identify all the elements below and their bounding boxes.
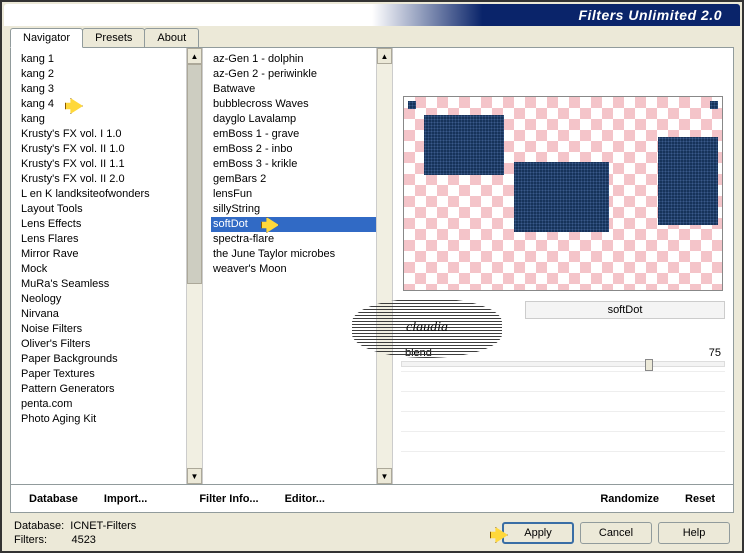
tab-strip: Navigator Presets About [10, 28, 742, 47]
scroll-down-icon[interactable]: ▼ [377, 468, 392, 484]
title-bar: Filters Unlimited 2.0 [4, 4, 740, 26]
filter-scrollbar[interactable]: ▲ ▼ [376, 48, 392, 484]
category-item[interactable]: kang [19, 112, 186, 127]
help-button[interactable]: Help [658, 522, 730, 544]
category-item[interactable]: Krusty's FX vol. I 1.0 [19, 127, 186, 142]
param-empty [401, 431, 725, 447]
category-column: kang 1kang 2kang 3kang 4kangKrusty's FX … [11, 48, 203, 484]
category-item[interactable]: Photo Aging Kit [19, 412, 186, 427]
category-item[interactable]: Pattern Generators [19, 382, 186, 397]
database-button[interactable]: Database [21, 490, 86, 508]
scroll-thumb[interactable] [187, 64, 202, 284]
category-item[interactable]: Oliver's Filters [19, 337, 186, 352]
filter-item[interactable]: emBoss 1 - grave [211, 127, 376, 142]
param-slider[interactable] [401, 361, 725, 367]
tab-about[interactable]: About [144, 28, 199, 47]
editor-button[interactable]: Editor... [277, 490, 333, 508]
category-item[interactable]: Neology [19, 292, 186, 307]
dialog-buttons: Apply Cancel Help [502, 522, 730, 544]
preview-column: softDot blend 75 [393, 48, 733, 484]
tab-presets[interactable]: Presets [82, 28, 145, 47]
filter-item[interactable]: lensFun [211, 187, 376, 202]
param-empty [401, 411, 725, 427]
param-empty [401, 451, 725, 467]
category-item[interactable]: kang 1 [19, 52, 186, 67]
category-item[interactable]: kang 2 [19, 67, 186, 82]
filter-item[interactable]: softDot [211, 217, 376, 232]
category-item[interactable]: Krusty's FX vol. II 2.0 [19, 172, 186, 187]
filter-item[interactable]: Batwave [211, 82, 376, 97]
navigator-panel: kang 1kang 2kang 3kang 4kangKrusty's FX … [10, 47, 734, 485]
filter-item[interactable]: az-Gen 1 - dolphin [211, 52, 376, 67]
reset-button[interactable]: Reset [677, 490, 723, 508]
param-empty [401, 371, 725, 387]
import-button[interactable]: Import... [96, 490, 155, 508]
category-item[interactable]: Lens Effects [19, 217, 186, 232]
filter-column: az-Gen 1 - dolphinaz-Gen 2 - periwinkleB… [203, 48, 393, 484]
category-item[interactable]: Layout Tools [19, 202, 186, 217]
filter-list[interactable]: az-Gen 1 - dolphinaz-Gen 2 - periwinkleB… [203, 48, 376, 484]
category-list[interactable]: kang 1kang 2kang 3kang 4kangKrusty's FX … [11, 48, 186, 484]
category-item[interactable]: MuRa's Seamless [19, 277, 186, 292]
category-item[interactable]: Paper Textures [19, 367, 186, 382]
apply-button[interactable]: Apply [502, 522, 574, 544]
category-item[interactable]: Mirror Rave [19, 247, 186, 262]
preview-image [403, 96, 723, 291]
category-item[interactable]: Noise Filters [19, 322, 186, 337]
filter-item[interactable]: spectra-flare [211, 232, 376, 247]
filter-item[interactable]: az-Gen 2 - periwinkle [211, 67, 376, 82]
filters-label: Filters: [14, 534, 47, 546]
randomize-button[interactable]: Randomize [592, 490, 667, 508]
category-scrollbar[interactable]: ▲ ▼ [186, 48, 202, 484]
category-item[interactable]: L en K landksiteofwonders [19, 187, 186, 202]
param-value: 75 [709, 347, 721, 359]
filters-value: 4523 [71, 534, 95, 546]
category-item[interactable]: penta.com [19, 397, 186, 412]
selected-filter-label: softDot [525, 301, 725, 319]
filter-item[interactable]: emBoss 3 - krikle [211, 157, 376, 172]
param-empty [401, 391, 725, 407]
filter-item[interactable]: emBoss 2 - inbo [211, 142, 376, 157]
filter-item[interactable]: dayglo Lavalamp [211, 112, 376, 127]
category-item[interactable]: Krusty's FX vol. II 1.0 [19, 142, 186, 157]
scroll-down-icon[interactable]: ▼ [187, 468, 202, 484]
category-item[interactable]: Paper Backgrounds [19, 352, 186, 367]
category-item[interactable]: kang 3 [19, 82, 186, 97]
watermark: claudia [352, 298, 502, 358]
slider-thumb[interactable] [645, 359, 653, 371]
footer-info: Database: ICNET-Filters Filters: 4523 [14, 519, 136, 547]
filter-item[interactable]: sillyString [211, 202, 376, 217]
category-item[interactable]: Mock [19, 262, 186, 277]
scroll-up-icon[interactable]: ▲ [377, 48, 392, 64]
db-label: Database: [14, 520, 64, 532]
filter-item[interactable]: bubblecross Waves [211, 97, 376, 112]
category-item[interactable]: Krusty's FX vol. II 1.1 [19, 157, 186, 172]
footer-bar: Database: ICNET-Filters Filters: 4523 Ap… [2, 513, 742, 553]
filter-info-button[interactable]: Filter Info... [191, 490, 266, 508]
category-item[interactable]: kang 4 [19, 97, 186, 112]
db-value: ICNET-Filters [70, 520, 136, 532]
category-item[interactable]: Nirvana [19, 307, 186, 322]
filter-item[interactable]: weaver's Moon [211, 262, 376, 277]
category-item[interactable]: Lens Flares [19, 232, 186, 247]
filter-item[interactable]: gemBars 2 [211, 172, 376, 187]
scroll-up-icon[interactable]: ▲ [187, 48, 202, 64]
tab-navigator[interactable]: Navigator [10, 28, 83, 48]
action-bar: Database Import... Filter Info... Editor… [10, 485, 734, 513]
cancel-button[interactable]: Cancel [580, 522, 652, 544]
filter-item[interactable]: the June Taylor microbes [211, 247, 376, 262]
app-title: Filters Unlimited 2.0 [578, 7, 722, 23]
